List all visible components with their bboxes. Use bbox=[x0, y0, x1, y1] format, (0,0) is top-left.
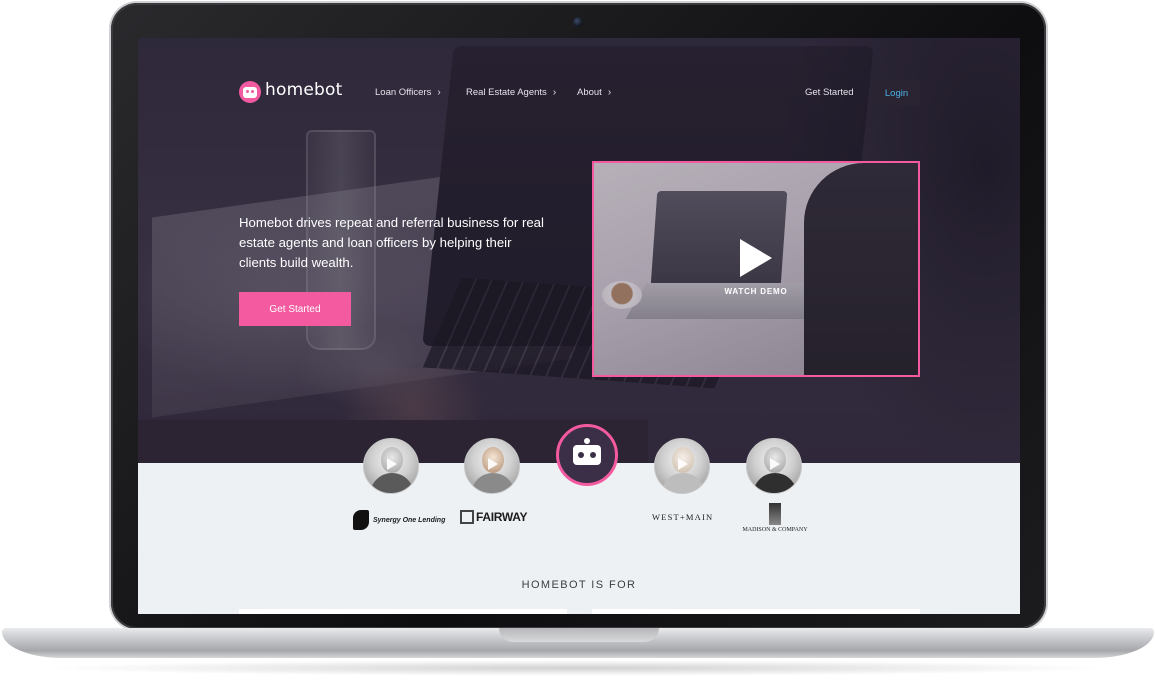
nav-get-started-link[interactable]: Get Started bbox=[805, 87, 854, 98]
laptop-shadow bbox=[40, 660, 1116, 676]
nav-real-estate-agents-label: Real Estate Agents bbox=[466, 87, 547, 98]
robot-eye bbox=[578, 452, 584, 458]
get-started-button[interactable]: Get Started bbox=[239, 292, 351, 326]
section-title: HOMEBOT IS FOR bbox=[521, 579, 637, 591]
demo-video[interactable]: WATCH DEMO bbox=[592, 161, 920, 377]
nav-loan-officers-label: Loan Officers bbox=[375, 87, 432, 98]
camera-icon bbox=[573, 17, 583, 27]
avatar-video-2[interactable] bbox=[464, 438, 520, 494]
partner-logo-west-main: WEST+MAIN bbox=[652, 512, 713, 522]
partner-name: Synergy One Lending bbox=[373, 516, 446, 524]
play-icon bbox=[770, 458, 780, 470]
partner-name: MADISON & COMPANY bbox=[742, 527, 808, 533]
play-icon bbox=[678, 458, 688, 470]
audience-card[interactable] bbox=[239, 609, 567, 614]
robot-icon bbox=[573, 438, 601, 465]
top-nav: homebot Loan Officers › Real Estate Agent… bbox=[138, 38, 1020, 148]
nav-about-label: About bbox=[577, 87, 602, 98]
audience-card[interactable] bbox=[592, 609, 920, 614]
partner-logo-fairway: FAIRWAY bbox=[460, 510, 528, 524]
chevron-right-icon: › bbox=[607, 87, 612, 98]
avatar-video-4[interactable] bbox=[746, 438, 802, 494]
homebot-robot-badge bbox=[556, 424, 618, 486]
house-icon bbox=[460, 510, 474, 524]
robot-eye bbox=[590, 452, 596, 458]
hero-headline: Homebot drives repeat and referral busin… bbox=[239, 215, 544, 270]
nav-loan-officers[interactable]: Loan Officers › bbox=[375, 87, 441, 98]
login-button[interactable]: Login bbox=[873, 80, 920, 106]
homebot-logo-icon[interactable] bbox=[239, 81, 261, 103]
avatar-video-1[interactable] bbox=[363, 438, 419, 494]
watch-demo-label: WATCH DEMO bbox=[724, 287, 788, 296]
chevron-right-icon: › bbox=[437, 87, 441, 98]
avatar-shoulders bbox=[661, 473, 705, 493]
partner-name: WEST+MAIN bbox=[652, 512, 714, 522]
play-icon bbox=[488, 458, 498, 470]
synergy-logo-icon bbox=[353, 510, 369, 530]
robot-icon bbox=[243, 86, 257, 98]
chevron-right-icon: › bbox=[552, 87, 557, 98]
laptop-notch bbox=[499, 628, 659, 642]
nav-about[interactable]: About › bbox=[577, 87, 611, 98]
avatar-shoulders bbox=[370, 473, 414, 493]
partner-logo-madison: MADISON & COMPANY bbox=[740, 503, 810, 533]
avatar-video-3[interactable] bbox=[654, 438, 710, 494]
screen: homebot Loan Officers › Real Estate Agent… bbox=[138, 38, 1020, 614]
avatar-shoulders bbox=[471, 473, 515, 493]
play-icon[interactable] bbox=[740, 239, 772, 277]
partner-logo-synergy: Synergy One Lending bbox=[353, 510, 445, 530]
avatar-shoulders bbox=[753, 473, 797, 493]
nav-real-estate-agents[interactable]: Real Estate Agents › bbox=[466, 87, 556, 98]
play-icon bbox=[387, 458, 397, 470]
logo-text[interactable]: homebot bbox=[265, 80, 342, 100]
partner-name: FAIRWAY bbox=[476, 510, 528, 524]
madison-logo-icon bbox=[769, 503, 781, 525]
